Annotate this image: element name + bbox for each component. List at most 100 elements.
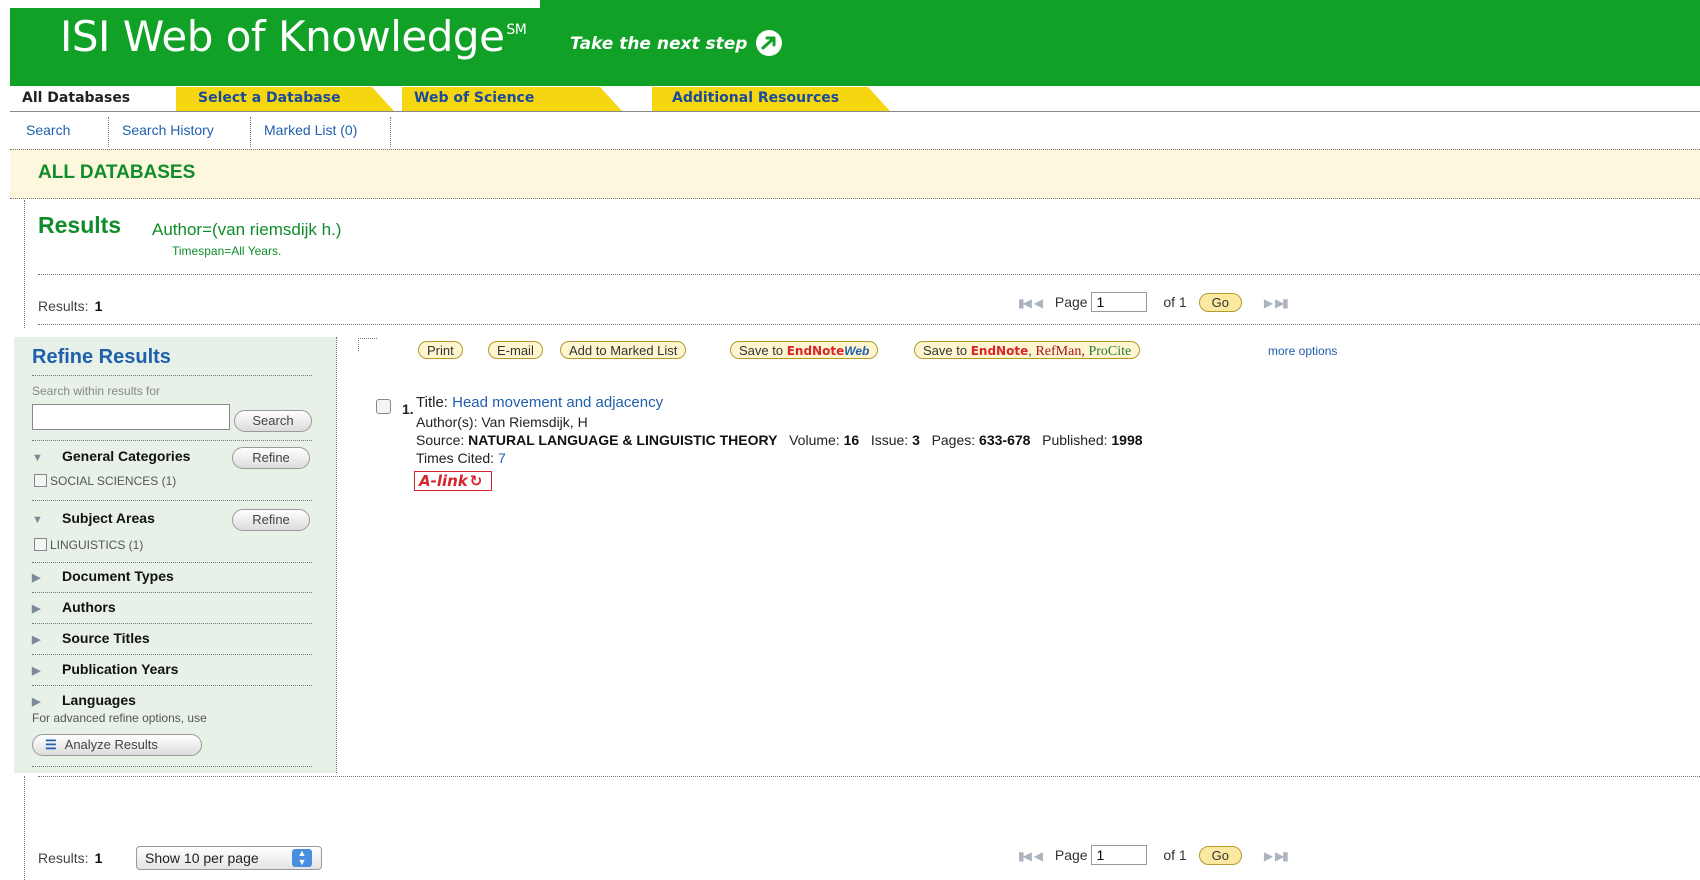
record-pages: 633-678 (979, 432, 1031, 448)
save-to-label: Save to (923, 343, 968, 358)
results-count-top: Results: 1 (38, 298, 102, 314)
divider (32, 654, 312, 655)
results-timespan: Timespan=All Years. (172, 244, 282, 258)
subnav-search-link[interactable]: Search (26, 122, 70, 138)
divider (38, 776, 1700, 777)
analyze-results-label: Analyze Results (64, 737, 158, 752)
brand-name: ISI Web of Knowledge (60, 12, 505, 61)
linguistics-label: LINGUISTICS (1) (50, 538, 144, 552)
previous-page-icon[interactable]: ◀ (1034, 849, 1043, 863)
pages-label: Pages: (931, 432, 976, 448)
list-icon: ☰ (45, 737, 57, 752)
record-title-link[interactable]: Head movement and adjacency (452, 394, 663, 411)
record-checkbox[interactable] (376, 399, 391, 414)
divider (32, 766, 312, 767)
record-issue: 3 (912, 432, 920, 448)
divider (38, 324, 1700, 325)
document-types-header[interactable]: ▶ Document Types (32, 568, 174, 584)
issue-label: Issue: (870, 432, 909, 448)
authors-header[interactable]: ▶ Authors (32, 599, 116, 615)
record-volume: 16 (843, 432, 860, 448)
subject-areas-refine-button[interactable]: Refine (232, 509, 310, 531)
search-within-label: Search within results for (32, 384, 161, 398)
go-button[interactable]: Go (1198, 846, 1242, 865)
web-logo: Web (844, 344, 870, 358)
collapsed-triangle-icon: ▶ (32, 665, 41, 677)
page-label: Page (1054, 847, 1088, 863)
subnav-marked-list-link[interactable]: Marked List (0) (264, 122, 357, 138)
collapsed-triangle-icon: ▶ (32, 634, 41, 646)
a-link-button[interactable]: A-link ↻ (414, 471, 492, 491)
social-sciences-checkbox[interactable] (34, 474, 47, 487)
save-to-endnote-web-button[interactable]: Save to EndNoteWeb (730, 341, 879, 359)
record-authors-line: Author(s): Van Riemsdijk, H (416, 414, 588, 430)
tagline: Take the next step (570, 34, 748, 54)
more-options-link[interactable]: more options (1268, 344, 1337, 358)
endnote-logo: EndNote (970, 344, 1029, 358)
select-stepper-icon: ▲ ▼ (292, 849, 312, 867)
next-page-icon[interactable]: ▶ (1264, 296, 1273, 310)
results-count-bottom: Results: 1 (38, 850, 102, 866)
publication-years-header[interactable]: ▶ Publication Years (32, 661, 178, 677)
add-to-marked-list-button[interactable]: Add to Marked List (560, 341, 687, 359)
results-box-left-border (24, 200, 25, 328)
record-published: 1998 (1111, 432, 1143, 448)
languages-header[interactable]: ▶ Languages (32, 692, 136, 708)
search-within-input[interactable] (32, 404, 230, 430)
save-to-endnote-refman-procite-button[interactable]: Save to EndNote, RefMan, ProCite (914, 341, 1141, 359)
endnote-logo: EndNote (786, 344, 845, 358)
page-label: Page (1054, 294, 1088, 310)
collapsed-triangle-icon: ▶ (32, 603, 41, 615)
linguistics-checkbox[interactable] (34, 538, 47, 551)
refman-logo: RefMan, (1035, 344, 1085, 359)
results-heading: Results (38, 212, 122, 238)
subnav-separator (390, 117, 391, 147)
first-page-icon[interactable]: ▮◀ (1018, 296, 1032, 310)
first-page-icon[interactable]: ▮◀ (1018, 849, 1032, 863)
refine-results-title: Refine Results (32, 346, 171, 368)
last-page-icon[interactable]: ▶▮ (1275, 849, 1289, 863)
page-total-label: of 1 (1163, 847, 1187, 863)
search-within-button[interactable]: Search (234, 410, 312, 432)
divider (32, 623, 312, 624)
tab-all-databases[interactable]: All Databases (22, 87, 130, 111)
record-title-line: Title: Head movement and adjacency (416, 394, 663, 411)
brand-logo[interactable]: ISI Web of Knowledge SM (60, 12, 527, 61)
divider (32, 685, 312, 686)
general-categories-label: General Categories (62, 448, 191, 464)
results-label: Results: (38, 298, 89, 314)
tab-select-database[interactable]: Select a Database (176, 87, 394, 111)
divider (32, 500, 312, 501)
header-top-edge (10, 0, 540, 8)
title-label: Title: (416, 394, 448, 411)
tab-additional-resources[interactable]: Additional Resources (652, 87, 890, 111)
general-categories-header[interactable]: ▼ General Categories (32, 448, 190, 464)
record-authors: Van Riemsdijk, H (481, 414, 588, 430)
go-button[interactable]: Go (1198, 293, 1242, 312)
analyze-results-button[interactable]: ☰ Analyze Results (32, 734, 202, 756)
source-titles-header[interactable]: ▶ Source Titles (32, 630, 150, 646)
times-cited-link[interactable]: 7 (498, 450, 506, 466)
save-to-label: Save to (739, 343, 784, 358)
times-cited-label: Times Cited: (416, 450, 495, 466)
page-number-input[interactable] (1091, 845, 1148, 865)
general-categories-refine-button[interactable]: Refine (232, 447, 310, 469)
email-button[interactable]: E-mail (488, 341, 543, 359)
tab-web-of-science[interactable]: Web of Science (402, 87, 622, 111)
arrow-circle-icon[interactable] (754, 28, 784, 58)
tab-divider (10, 111, 1700, 112)
record-source-line: Source: NATURAL LANGUAGE & LINGUISTIC TH… (416, 432, 1143, 448)
panel-right-border (336, 337, 337, 773)
page-number-input[interactable] (1091, 292, 1148, 312)
record-times-cited-line: Times Cited: 7 (416, 450, 506, 466)
divider (32, 440, 312, 441)
print-button[interactable]: Print (418, 341, 463, 359)
subject-areas-header[interactable]: ▼ Subject Areas (32, 510, 155, 526)
subject-areas-label: Subject Areas (62, 510, 155, 526)
next-page-icon[interactable]: ▶ (1264, 849, 1273, 863)
previous-page-icon[interactable]: ◀ (1034, 296, 1043, 310)
record-source: NATURAL LANGUAGE & LINGUISTIC THEORY (468, 432, 778, 448)
last-page-icon[interactable]: ▶▮ (1275, 296, 1289, 310)
subnav-search-history-link[interactable]: Search History (122, 122, 214, 138)
results-label: Results: (38, 850, 89, 866)
